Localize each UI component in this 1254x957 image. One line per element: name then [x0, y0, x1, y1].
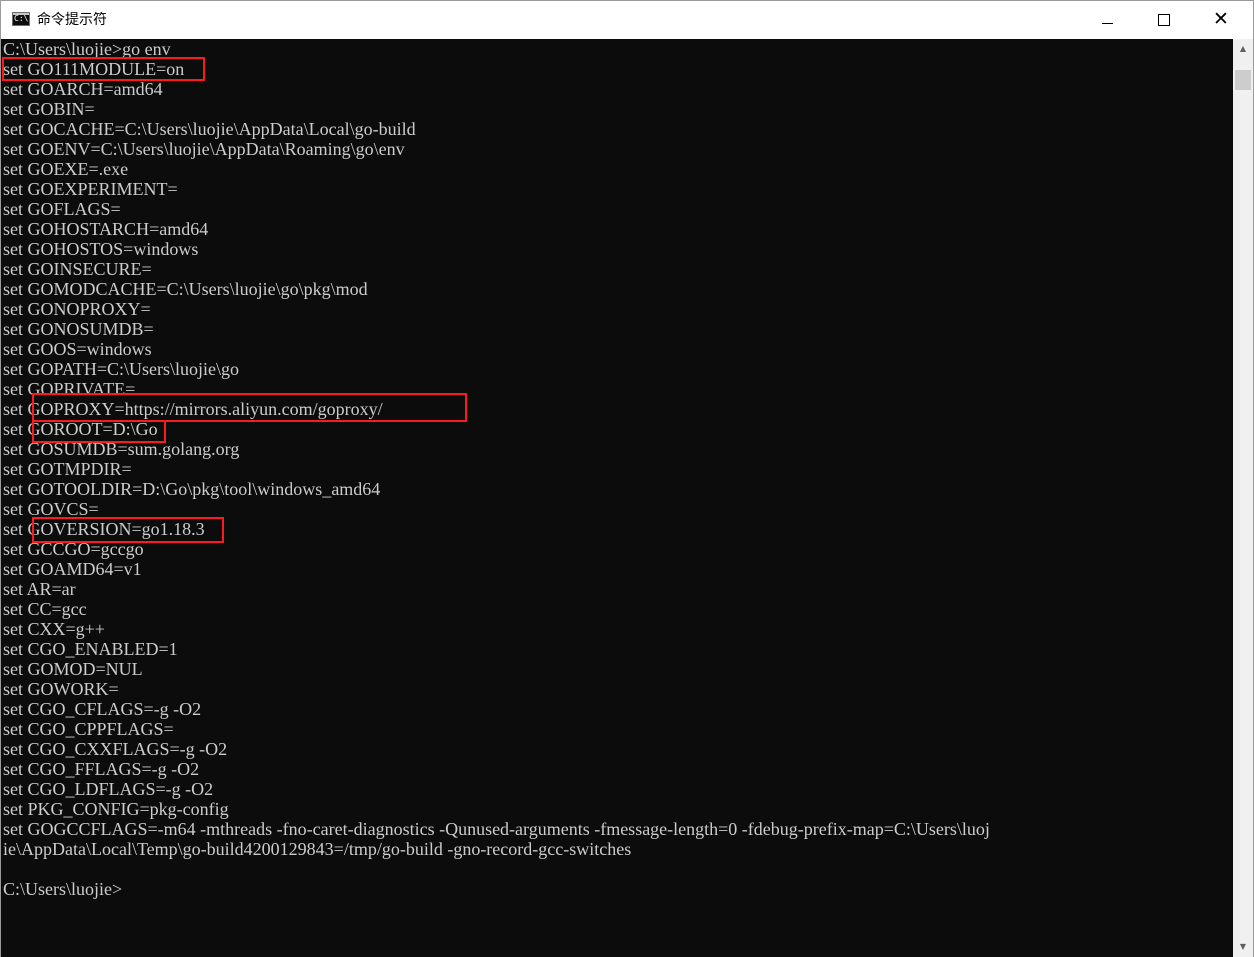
console-line: set GOCACHE=C:\Users\luojie\AppData\Loca…: [3, 119, 416, 139]
console-line: set AR=ar: [3, 579, 76, 599]
console-line: set GOAMD64=v1: [3, 559, 142, 579]
console-lines: C:\Users\luojie>go env set GO111MODULE=on…: [3, 39, 990, 899]
highlight-goroot: [32, 420, 166, 443]
console-line: set CC=gcc: [3, 599, 87, 619]
console-line: set GONOPROXY=: [3, 299, 151, 319]
highlight-goproxy: [32, 393, 467, 422]
command-prompt-window: C:\ 命令提示符 ✕ C:\Users\luojie>go env set GO…: [0, 0, 1254, 957]
minimize-button[interactable]: [1084, 1, 1130, 39]
console-line: set GOINSECURE=: [3, 259, 152, 279]
console-line: C:\Users\luojie>go env: [3, 39, 171, 59]
console-line: set GOARCH=amd64: [3, 79, 163, 99]
console-line: set GOTMPDIR=: [3, 459, 132, 479]
console-line: set GOTOOLDIR=D:\Go\pkg\tool\windows_amd…: [3, 479, 381, 499]
console-line: set GOGCCFLAGS=-m64 -mthreads -fno-caret…: [3, 819, 990, 839]
minimize-icon: [1101, 23, 1113, 24]
console-line: set GOBIN=: [3, 99, 95, 119]
console-line: set CGO_ENABLED=1: [3, 639, 178, 659]
highlight-go111module: [2, 57, 205, 81]
console-line: ie\AppData\Local\Temp\go-build4200129843…: [3, 839, 632, 859]
console-line: set GOWORK=: [3, 679, 119, 699]
close-icon: ✕: [1213, 8, 1229, 30]
vertical-scrollbar[interactable]: ▲ ▼: [1233, 39, 1253, 957]
console-line: set GOEXE=.exe: [3, 159, 129, 179]
console-line: set CGO_CPPFLAGS=: [3, 719, 174, 739]
console-line: set GOPATH=C:\Users\luojie\go: [3, 359, 239, 379]
console-line: set GONOSUMDB=: [3, 319, 154, 339]
console-line: set GOEXPERIMENT=: [3, 179, 178, 199]
console-line: set CXX=g++: [3, 619, 105, 639]
scroll-up-icon[interactable]: ▲: [1233, 39, 1253, 59]
scrollbar-thumb[interactable]: [1235, 70, 1251, 90]
console-line: set CGO_FFLAGS=-g -O2: [3, 759, 200, 779]
console-line: set GOHOSTOS=windows: [3, 239, 199, 259]
console-line: set CGO_CFLAGS=-g -O2: [3, 699, 202, 719]
close-button[interactable]: ✕: [1198, 1, 1244, 39]
window-title: 命令提示符: [37, 12, 107, 28]
console-line: set GOMODCACHE=C:\Users\luojie\go\pkg\mo…: [3, 279, 368, 299]
console-line: C:\Users\luojie>: [3, 879, 123, 899]
maximize-button[interactable]: [1141, 1, 1187, 39]
console-line: set GOHOSTARCH=amd64: [3, 219, 209, 239]
console-line: set GOFLAGS=: [3, 199, 121, 219]
console-line: set GOOS=windows: [3, 339, 152, 359]
highlight-goversion: [32, 517, 224, 543]
cmd-app-icon[interactable]: C:\: [12, 12, 30, 26]
console-line: set CGO_LDFLAGS=-g -O2: [3, 779, 214, 799]
console-line: set CGO_CXXFLAGS=-g -O2: [3, 739, 228, 759]
console-line: set GOMOD=NUL: [3, 659, 143, 679]
maximize-icon: [1158, 14, 1170, 26]
console-line: set GOVCS=: [3, 499, 99, 519]
console-line: set GOENV=C:\Users\luojie\AppData\Roamin…: [3, 139, 405, 159]
console-output[interactable]: C:\Users\luojie>go env set GO111MODULE=on…: [1, 39, 1233, 957]
console-line: set PKG_CONFIG=pkg-config: [3, 799, 229, 819]
title-bar[interactable]: C:\ 命令提示符 ✕: [1, 1, 1253, 39]
scroll-down-icon[interactable]: ▼: [1233, 937, 1253, 957]
